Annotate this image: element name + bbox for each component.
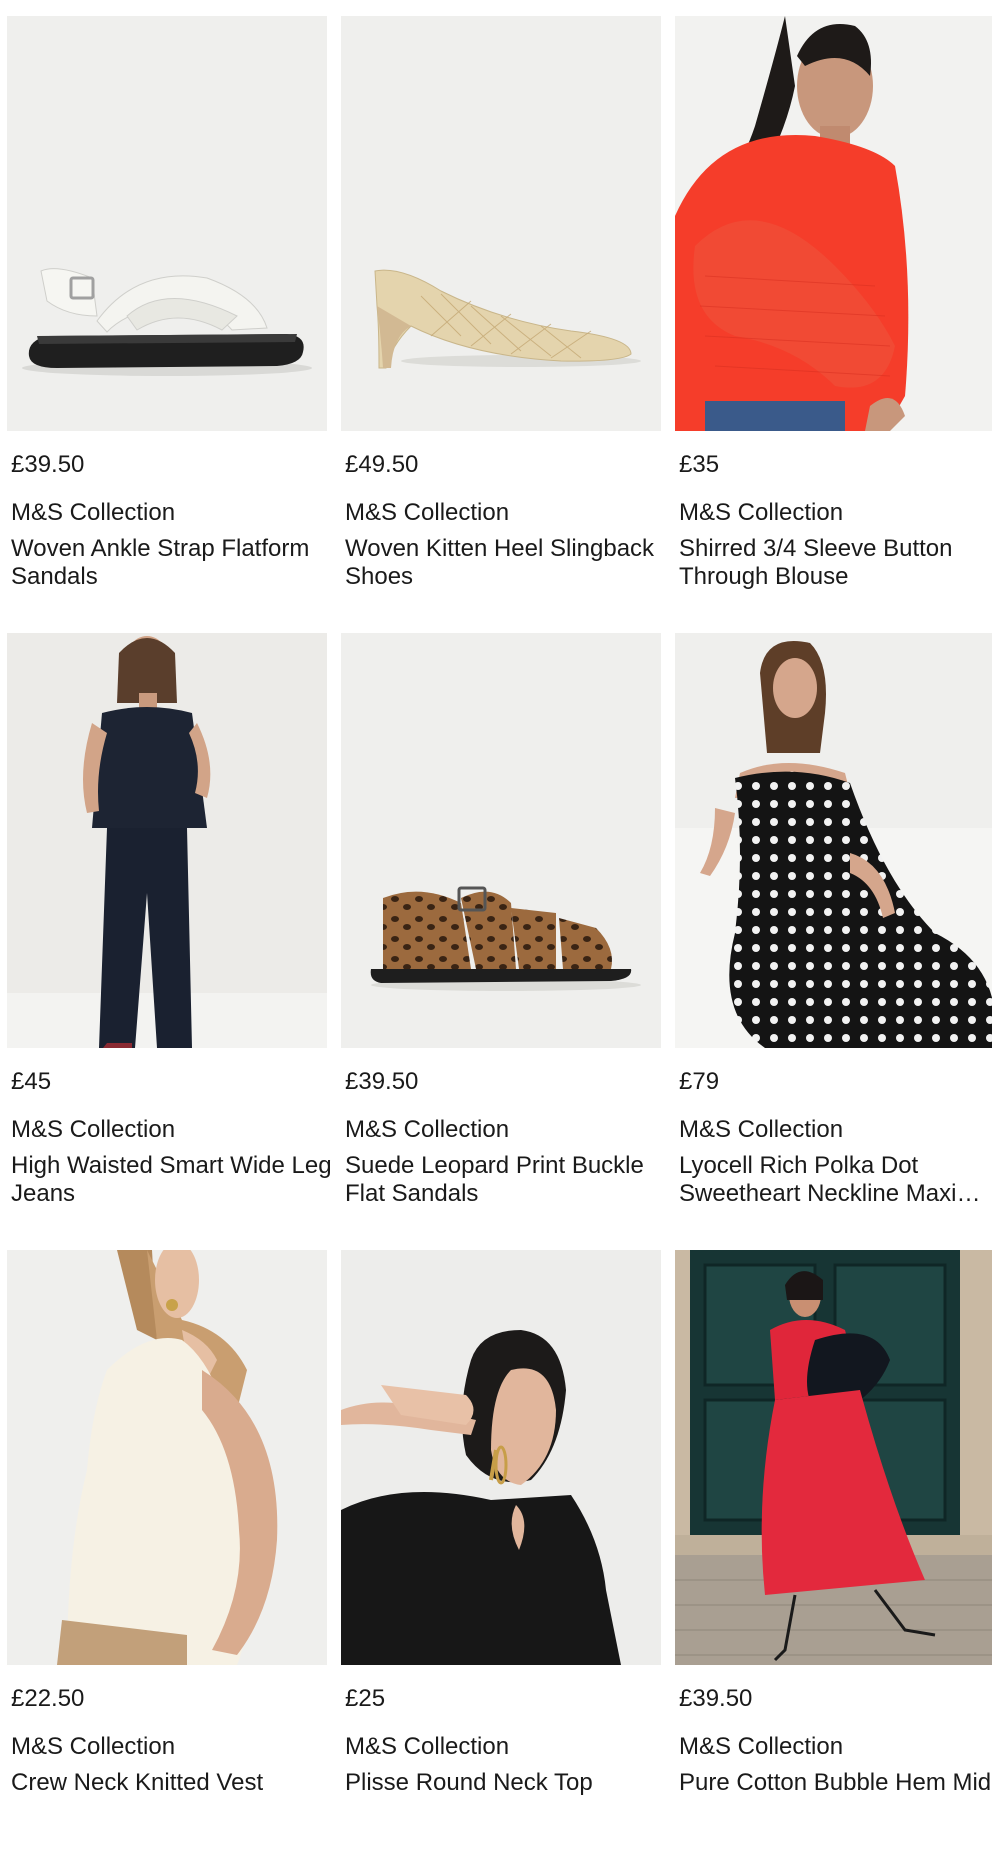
- product-card[interactable]: £39.50 M&S Collection Suede Leopard Prin…: [341, 633, 661, 1250]
- product-name-link[interactable]: Lyocell Rich Polka Dot Sweetheart Neckli…: [679, 1152, 992, 1208]
- product-image[interactable]: [341, 633, 661, 1048]
- product-brand: M&S Collection: [11, 1733, 176, 1760]
- product-price: £22.50: [11, 1685, 85, 1712]
- product-name-link[interactable]: Pure Cotton Bubble Hem Midi: [679, 1769, 992, 1797]
- product-price: £39.50: [345, 1068, 419, 1095]
- product-card[interactable]: £79 M&S Collection Lyocell Rich Polka Do…: [675, 633, 992, 1250]
- product-brand: M&S Collection: [345, 1733, 510, 1760]
- product-brand: M&S Collection: [679, 1733, 844, 1760]
- product-brand: M&S Collection: [11, 1116, 176, 1143]
- product-price: £45: [11, 1068, 52, 1095]
- product-image[interactable]: [675, 16, 992, 431]
- product-card[interactable]: £35 M&S Collection Shirred 3/4 Sleeve Bu…: [675, 16, 992, 633]
- product-card[interactable]: £25 M&S Collection Plisse Round Neck Top: [341, 1250, 661, 1867]
- product-image[interactable]: [675, 633, 992, 1048]
- product-brand: M&S Collection: [679, 499, 844, 526]
- product-image[interactable]: [341, 16, 661, 431]
- product-price: £39.50: [679, 1685, 753, 1712]
- product-card[interactable]: £39.50 M&S Collection Woven Ankle Strap …: [7, 16, 327, 633]
- product-brand: M&S Collection: [345, 1116, 510, 1143]
- product-grid: £39.50 M&S Collection Woven Ankle Strap …: [7, 16, 992, 1867]
- product-name-link[interactable]: Woven Ankle Strap Flatform Sandals: [11, 535, 341, 591]
- product-image[interactable]: [7, 1250, 327, 1665]
- product-name-link[interactable]: Shirred 3/4 Sleeve Button Through Blouse: [679, 535, 992, 591]
- product-card[interactable]: £22.50 M&S Collection Crew Neck Knitted …: [7, 1250, 327, 1867]
- product-price: £79: [679, 1068, 720, 1095]
- product-card[interactable]: £49.50 M&S Collection Woven Kitten Heel …: [341, 16, 661, 633]
- product-brand: M&S Collection: [679, 1116, 844, 1143]
- product-brand: M&S Collection: [11, 499, 176, 526]
- product-name-link[interactable]: Woven Kitten Heel Slingback Shoes: [345, 535, 675, 591]
- product-image[interactable]: [7, 633, 327, 1048]
- product-card[interactable]: £39.50 M&S Collection Pure Cotton Bubble…: [675, 1250, 992, 1867]
- product-name-link[interactable]: Crew Neck Knitted Vest: [11, 1769, 331, 1797]
- product-card[interactable]: £45 M&S Collection High Waisted Smart Wi…: [7, 633, 332, 1250]
- product-price: £49.50: [345, 451, 419, 478]
- product-price: £25: [345, 1685, 386, 1712]
- product-brand: M&S Collection: [345, 499, 510, 526]
- product-image[interactable]: [7, 16, 327, 431]
- product-price: £35: [679, 451, 720, 478]
- product-image[interactable]: [341, 1250, 661, 1665]
- product-name-link[interactable]: Suede Leopard Print Buckle Flat Sandals: [345, 1152, 675, 1208]
- product-price: £39.50: [11, 451, 85, 478]
- product-name-link[interactable]: Plisse Round Neck Top: [345, 1769, 665, 1797]
- product-name-link[interactable]: High Waisted Smart Wide Leg Jeans: [11, 1152, 341, 1208]
- product-image[interactable]: [675, 1250, 992, 1665]
